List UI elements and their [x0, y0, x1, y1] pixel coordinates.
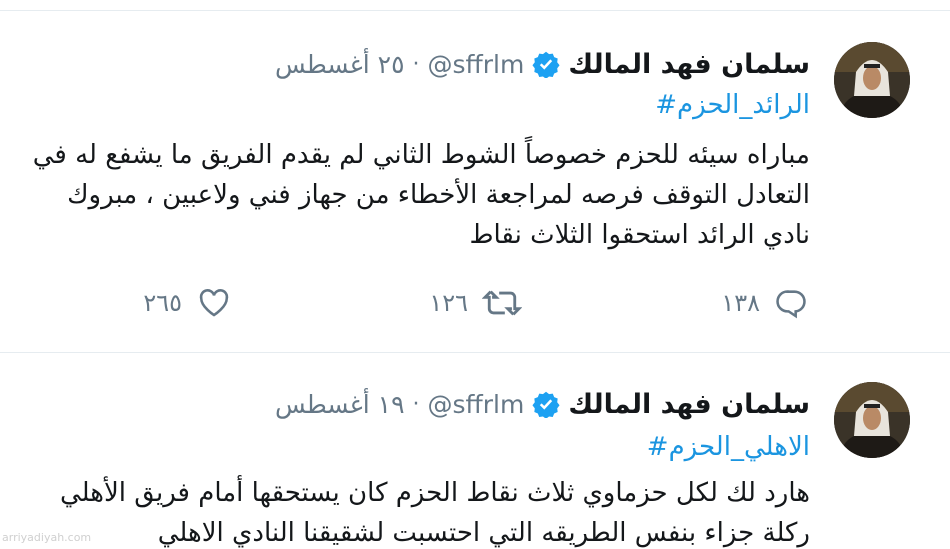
tweet-actions: ١٣٨ ١٢٦ ٢٦٥: [0, 286, 950, 326]
hashtag-link[interactable]: #الاهلي_الحزم: [647, 432, 810, 462]
verified-badge-icon: [532, 51, 560, 78]
like-icon: [199, 289, 229, 317]
tweet-text-line: مباراه سيئه للحزم خصوصاً الشوط الثاني لم…: [32, 140, 810, 170]
tweet-date[interactable]: ١٩ أغسطس: [275, 390, 405, 419]
tweet-text-line: التعادل التوقف فرصه لمراجعة الأخطاء من ج…: [67, 180, 810, 210]
display-name[interactable]: سلمان فهد المالك: [568, 49, 810, 80]
tweet-header: سلمان فهد المالك @sffrlm · ١٩ أغسطس: [275, 384, 810, 424]
handle[interactable]: @sffrlm: [428, 390, 525, 419]
display-name[interactable]: سلمان فهد المالك: [568, 389, 810, 420]
reply-button[interactable]: ١٣٨: [721, 286, 808, 320]
tweet-divider: [0, 352, 950, 353]
separator-dot: ·: [412, 391, 420, 417]
tweet-text-line: هارد لك لكل حزماوي ثلاث نقاط الحزم كان ي…: [59, 478, 810, 508]
tweet-date[interactable]: ٢٥ أغسطس: [275, 50, 405, 79]
like-count: ٢٦٥: [143, 289, 182, 317]
separator-dot: ·: [412, 51, 420, 77]
retweet-button[interactable]: ١٢٦: [429, 286, 522, 320]
retweet-count: ١٢٦: [429, 289, 468, 317]
tweet-header: سلمان فهد المالك @sffrlm · ٢٥ أغسطس: [275, 44, 810, 84]
retweet-icon: [482, 290, 522, 316]
handle[interactable]: @sffrlm: [428, 50, 525, 79]
hashtag-link[interactable]: #الرائد_الحزم: [655, 90, 810, 120]
avatar[interactable]: [834, 382, 910, 458]
watermark: arriyadiyah.com: [2, 531, 92, 544]
like-button[interactable]: ٢٦٥: [143, 286, 232, 320]
tweet-text-line: نادي الرائد استحقوا الثلاث نقاط: [469, 220, 810, 250]
top-divider: [0, 10, 950, 11]
tweet-text-line: ركلة جزاء بنفس الطريقه التي احتسبت لشقيق…: [157, 518, 810, 548]
avatar[interactable]: [834, 42, 910, 118]
reply-icon: [776, 290, 806, 319]
verified-badge-icon: [532, 391, 560, 418]
reply-count: ١٣٨: [721, 289, 760, 317]
